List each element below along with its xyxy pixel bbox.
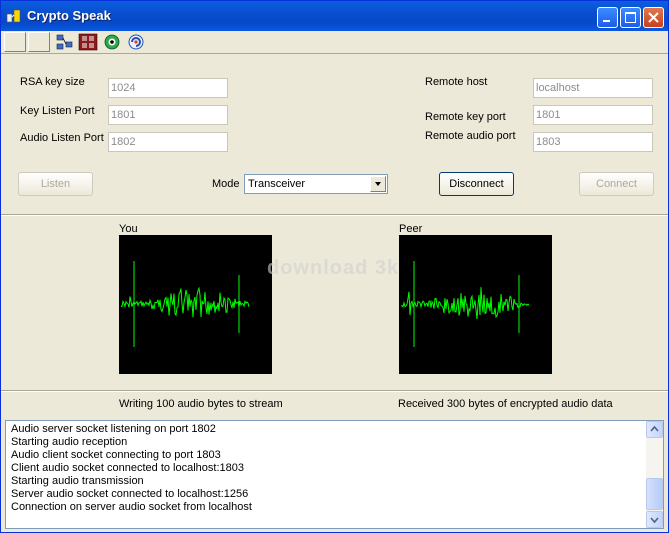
remote-host-label: Remote host — [425, 76, 488, 88]
log-line: Audio server socket listening on port 18… — [11, 423, 216, 435]
remote-host-field[interactable]: localhost — [533, 78, 653, 98]
you-waveform — [120, 261, 250, 347]
close-icon — [648, 12, 659, 23]
scroll-up-icon — [650, 425, 659, 432]
rsa-key-size-label: RSA key size — [20, 76, 85, 88]
close-button[interactable] — [643, 7, 664, 28]
network-icon[interactable] — [55, 33, 75, 51]
scroll-down-icon — [650, 517, 659, 524]
peer-scope-label: Peer — [399, 223, 423, 235]
toolbar-blank-button-2[interactable] — [28, 32, 50, 52]
log-line: Connection on server audio socket from l… — [11, 501, 252, 513]
eye-icon[interactable] — [102, 33, 122, 51]
peer-waveform — [400, 261, 530, 347]
log-lines: Audio server socket listening on port 18… — [11, 423, 252, 514]
remote-key-port-field[interactable]: 1801 — [533, 105, 653, 125]
key-listen-port-field[interactable]: 1801 — [108, 105, 228, 125]
top-separator — [1, 214, 668, 216]
remote-audio-port-label: Remote audio port — [425, 130, 516, 142]
middle-separator — [1, 390, 668, 392]
you-waveform-display — [119, 235, 272, 374]
film-icon[interactable] — [78, 33, 98, 51]
toolbar — [1, 31, 668, 54]
chevron-down-icon[interactable] — [370, 176, 386, 192]
waveform-trace — [120, 286, 250, 318]
listen-button[interactable]: Listen — [18, 172, 93, 196]
mode-label: Mode — [212, 178, 240, 190]
log-line: Audio client socket connecting to port 1… — [11, 449, 221, 461]
minimize-button[interactable] — [597, 7, 618, 28]
disconnect-button[interactable]: Disconnect — [439, 172, 514, 196]
you-scope-label: You — [119, 223, 138, 235]
app-icon — [6, 9, 21, 23]
scroll-up-button[interactable] — [646, 421, 663, 438]
scroll-thumb[interactable] — [646, 478, 663, 510]
refresh-icon[interactable] — [126, 33, 146, 51]
audio-listen-port-label: Audio Listen Port — [20, 132, 104, 144]
connect-button[interactable]: Connect — [579, 172, 654, 196]
minimize-icon — [603, 20, 610, 22]
scroll-down-button[interactable] — [646, 511, 663, 528]
maximize-icon — [625, 12, 636, 23]
mode-value: Transceiver — [248, 178, 306, 190]
peer-waveform-display — [399, 235, 552, 374]
watermark: download 3k — [267, 257, 400, 279]
peer-status-text: Received 300 bytes of encrypted audio da… — [398, 398, 613, 410]
log-line: Server audio socket connected to localho… — [11, 488, 249, 500]
waveform-trace — [400, 287, 530, 320]
remote-key-port-label: Remote key port — [425, 111, 506, 123]
title-bar[interactable]: Crypto Speak — [1, 1, 668, 31]
window-title: Crypto Speak — [27, 8, 111, 23]
log-line: Starting audio reception — [11, 436, 128, 448]
rsa-key-size-field[interactable]: 1024 — [108, 78, 228, 98]
key-listen-port-label: Key Listen Port — [20, 105, 95, 117]
log-line: Starting audio transmission — [11, 475, 144, 487]
log-textarea[interactable]: Audio server socket listening on port 18… — [5, 420, 664, 529]
you-status-text: Writing 100 audio bytes to stream — [119, 398, 283, 410]
audio-listen-port-field[interactable]: 1802 — [108, 132, 228, 152]
maximize-button[interactable] — [620, 7, 641, 28]
app-window: Crypto Speak RSA key size 1024 Key Liste… — [0, 0, 669, 533]
remote-audio-port-field[interactable]: 1803 — [533, 132, 653, 152]
log-line: Client audio socket connected to localho… — [11, 462, 244, 474]
toolbar-blank-button-1[interactable] — [4, 32, 26, 52]
vertical-scrollbar[interactable] — [646, 421, 663, 528]
mode-select[interactable]: Transceiver — [244, 174, 388, 194]
